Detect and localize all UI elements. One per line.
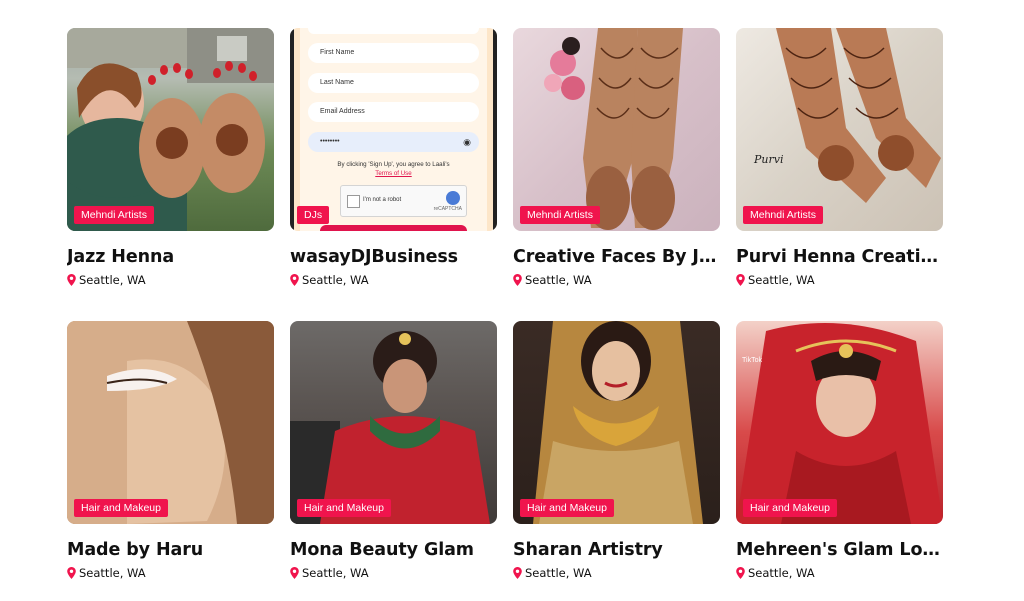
password-field: •••••••• ◉: [308, 132, 479, 152]
phone-edge: [290, 28, 294, 231]
eye-icon: ◉: [463, 137, 471, 147]
map-pin-icon: [513, 274, 522, 286]
recaptcha-box: I'm not a robot reCAPTCHA: [340, 185, 467, 217]
category-badge: Hair and Makeup: [297, 499, 391, 517]
terms-link: Terms of Use: [375, 170, 412, 177]
vendor-name[interactable]: Purvi Henna Creations: [736, 247, 943, 267]
category-badge: Mehndi Artists: [743, 206, 823, 224]
map-pin-icon: [67, 274, 76, 286]
signup-button: [320, 225, 467, 231]
captcha-brand: reCAPTCHA: [433, 206, 462, 212]
vendor-location: Seattle, WA: [513, 273, 720, 287]
location-text: Seattle, WA: [302, 273, 369, 287]
vendor-image[interactable]: Mehndi Artists: [67, 28, 274, 231]
henna-hands-photo: [67, 28, 274, 231]
map-pin-icon: [290, 567, 299, 579]
category-badge: Mehndi Artists: [74, 206, 154, 224]
vendor-location: Seattle, WA: [67, 273, 274, 287]
captcha-label: I'm not a robot: [363, 197, 402, 203]
vendor-card[interactable]: TikTok Hair and Makeup Mehreen's Glam Lo…: [736, 321, 943, 594]
bridal-makeup-photo: [290, 331, 490, 524]
makeup-profile-photo: [67, 321, 274, 524]
category-badge: Hair and Makeup: [743, 499, 837, 517]
vendor-location: Seattle, WA: [513, 566, 720, 580]
location-text: Seattle, WA: [748, 273, 815, 287]
vendor-grid: Mehndi Artists Jazz Henna Seattle, WA Fi…: [67, 28, 943, 594]
vendor-image[interactable]: Mehndi Artists: [513, 28, 720, 231]
map-pin-icon: [736, 274, 745, 286]
vendor-name[interactable]: wasayDJBusiness: [290, 247, 497, 267]
vendor-image[interactable]: Hair and Makeup: [513, 321, 720, 524]
vendor-name[interactable]: Jazz Henna: [67, 247, 274, 267]
captcha-checkbox: [347, 195, 360, 208]
email-field: Email Address: [308, 102, 479, 122]
map-pin-icon: [513, 567, 522, 579]
vendor-card[interactable]: First Name Last Name Email Address •••••…: [290, 28, 497, 301]
vendor-image[interactable]: TikTok Hair and Makeup: [736, 321, 943, 524]
vendor-card[interactable]: Mehndi Artists Creative Faces By Jain Se…: [513, 28, 720, 301]
vendor-location: Seattle, WA: [290, 566, 497, 580]
category-badge: Hair and Makeup: [74, 499, 168, 517]
vendor-image[interactable]: Hair and Makeup: [67, 321, 274, 524]
location-text: Seattle, WA: [79, 566, 146, 580]
recaptcha-icon: [446, 191, 460, 205]
last-name-field: Last Name: [308, 73, 479, 93]
vendor-card[interactable]: Hair and Makeup Sharan Artistry Seattle,…: [513, 321, 720, 594]
category-badge: Mehndi Artists: [520, 206, 600, 224]
vendor-name[interactable]: Mehreen's Glam Lou...: [736, 540, 943, 560]
phone-edge: [493, 28, 497, 231]
vendor-name[interactable]: Creative Faces By Jain: [513, 247, 720, 267]
henna-arms-photo: [776, 28, 941, 203]
vendor-card[interactable]: Hair and Makeup Mona Beauty Glam Seattle…: [290, 321, 497, 594]
location-text: Seattle, WA: [748, 566, 815, 580]
bridal-red-dupatta-photo: [736, 323, 943, 524]
location-text: Seattle, WA: [525, 566, 592, 580]
vendor-location: Seattle, WA: [736, 273, 943, 287]
vendor-card[interactable]: Hair and Makeup Made by Haru Seattle, WA: [67, 321, 274, 594]
vendor-image[interactable]: First Name Last Name Email Address •••••…: [290, 28, 497, 231]
tiktok-watermark: TikTok: [742, 357, 762, 364]
bridal-portrait-photo: [533, 321, 703, 524]
vendor-name[interactable]: Mona Beauty Glam: [290, 540, 497, 560]
vendor-card[interactable]: Purvi Mehndi Artists Purvi Henna Creatio…: [736, 28, 943, 301]
map-pin-icon: [67, 567, 76, 579]
vendor-name[interactable]: Sharan Artistry: [513, 540, 720, 560]
vendor-image[interactable]: Hair and Makeup: [290, 321, 497, 524]
purvi-logo: Purvi: [754, 153, 784, 166]
vendor-name[interactable]: Made by Haru: [67, 540, 274, 560]
vendor-location: Seattle, WA: [736, 566, 943, 580]
map-pin-icon: [736, 567, 745, 579]
signup-screenshot: First Name Last Name Email Address •••••…: [300, 28, 487, 231]
password-mask: ••••••••: [320, 138, 340, 145]
first-name-field: First Name: [308, 43, 479, 63]
henna-arms-photo: [544, 28, 683, 230]
vendor-card[interactable]: Mehndi Artists Jazz Henna Seattle, WA: [67, 28, 274, 301]
location-text: Seattle, WA: [525, 273, 592, 287]
category-badge: Hair and Makeup: [520, 499, 614, 517]
category-badge: DJs: [297, 206, 330, 224]
location-text: Seattle, WA: [79, 273, 146, 287]
map-pin-icon: [290, 274, 299, 286]
location-text: Seattle, WA: [302, 566, 369, 580]
agree-text: By clicking 'Sign Up', you agree to Laal…: [337, 161, 450, 168]
vendor-location: Seattle, WA: [67, 566, 274, 580]
form-field: [308, 28, 479, 34]
vendor-image[interactable]: Purvi Mehndi Artists: [736, 28, 943, 231]
vendor-location: Seattle, WA: [290, 273, 497, 287]
